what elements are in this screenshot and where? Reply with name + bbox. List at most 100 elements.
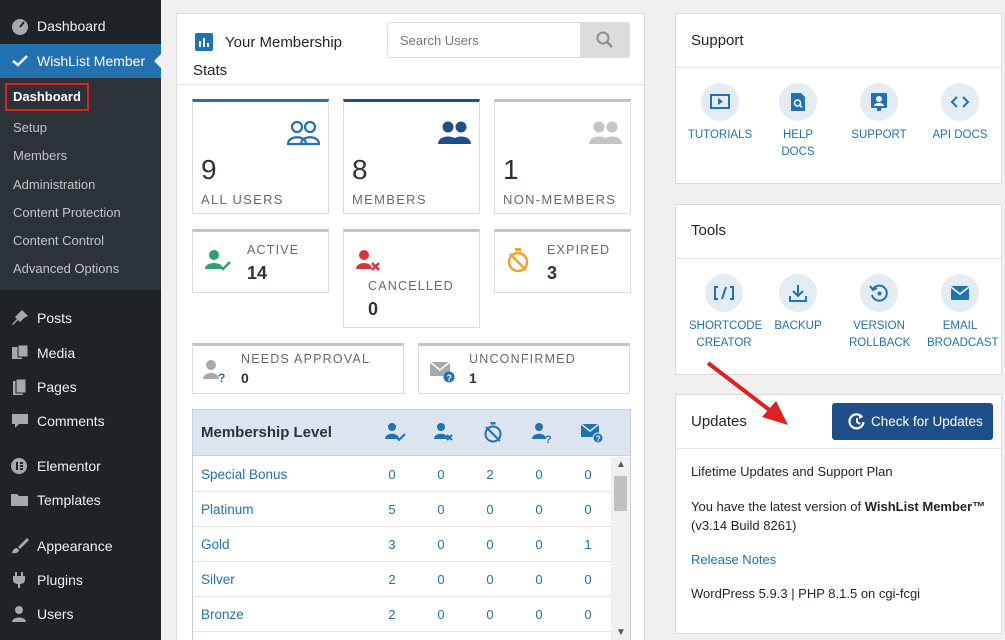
table-row[interactable]: Platinum 5 0 0 0 0 bbox=[193, 492, 611, 527]
submenu-content-protection[interactable]: Content Protection bbox=[13, 205, 121, 220]
cancelled-cell[interactable]: 0 bbox=[431, 537, 451, 552]
unconfirmed-cell[interactable]: 0 bbox=[578, 607, 598, 622]
menu-item-templates[interactable]: Templates bbox=[0, 483, 161, 517]
rollback-icon bbox=[869, 284, 888, 302]
shortcode-circle bbox=[705, 274, 743, 312]
approval-cell[interactable]: 0 bbox=[529, 502, 549, 517]
api-docs-link[interactable]: API DOCS bbox=[920, 83, 1000, 144]
active-cell[interactable]: 3 bbox=[382, 537, 402, 552]
cancelled-card[interactable]: CANCELLED 0 bbox=[343, 229, 480, 328]
approval-cell[interactable]: 0 bbox=[529, 537, 549, 552]
dashboard-icon bbox=[12, 19, 28, 35]
menu-item-comments[interactable]: Comments bbox=[0, 404, 161, 438]
brush-icon bbox=[12, 538, 29, 554]
tutorials-link[interactable]: TUTORIALS bbox=[680, 83, 760, 144]
search-users-input[interactable] bbox=[388, 23, 580, 57]
submenu-administration[interactable]: Administration bbox=[13, 177, 95, 192]
table-row[interactable]: Special Bonus 0 0 2 0 0 bbox=[193, 457, 611, 492]
unconfirmed-cell[interactable]: 0 bbox=[578, 502, 598, 517]
expired-cell[interactable]: 0 bbox=[480, 537, 500, 552]
cancelled-cell[interactable]: 0 bbox=[431, 502, 451, 517]
release-notes-link[interactable]: Release Notes bbox=[691, 552, 776, 567]
scroll-up-icon[interactable]: ▲ bbox=[616, 459, 626, 470]
search-icon bbox=[596, 31, 613, 48]
level-name[interactable]: Gold bbox=[201, 537, 230, 552]
non-members-label: NON-MEMBERS bbox=[503, 192, 617, 207]
check-for-updates-button[interactable]: Check for Updates bbox=[832, 403, 993, 440]
approval-cell[interactable]: 0 bbox=[529, 467, 549, 482]
non-members-card[interactable]: 1 NON-MEMBERS bbox=[494, 99, 631, 214]
svg-text:?: ? bbox=[218, 371, 225, 383]
expired-cell[interactable]: 0 bbox=[480, 572, 500, 587]
expired-card[interactable]: EXPIRED 3 bbox=[494, 229, 631, 293]
needs-approval-card[interactable]: ? NEEDS APPROVAL 0 bbox=[192, 343, 404, 394]
shortcode-creator-link[interactable]: SHORTCODE CREATOR bbox=[682, 274, 766, 352]
active-cell[interactable]: 5 bbox=[382, 502, 402, 517]
cancelled-cell[interactable]: 0 bbox=[431, 572, 451, 587]
code-icon bbox=[950, 96, 970, 108]
level-name[interactable]: Bronze bbox=[201, 607, 244, 622]
expired-cell[interactable]: 2 bbox=[480, 467, 500, 482]
user-check-icon bbox=[385, 423, 406, 442]
menu-item-wishlist-member[interactable]: WishList Member bbox=[0, 44, 161, 78]
menu-label: Templates bbox=[37, 492, 101, 508]
table-row[interactable]: Silver 2 0 0 0 0 bbox=[193, 562, 611, 597]
submenu-advanced-options[interactable]: Advanced Options bbox=[13, 261, 119, 276]
submenu-setup[interactable]: Setup bbox=[13, 120, 47, 135]
cancelled-count: 0 bbox=[368, 299, 379, 319]
unconfirmed-card[interactable]: ? UNCONFIRMED 1 bbox=[418, 343, 630, 394]
menu-item-plugins[interactable]: Plugins bbox=[0, 563, 161, 597]
menu-item-elementor[interactable]: Elementor bbox=[0, 449, 161, 483]
unconfirmed-label: UNCONFIRMED bbox=[469, 352, 576, 366]
menu-label: WishList Member bbox=[37, 53, 146, 69]
active-cell[interactable]: 0 bbox=[382, 467, 402, 482]
submenu-members[interactable]: Members bbox=[13, 148, 67, 163]
help-docs-label: HELP DOCS bbox=[781, 129, 815, 158]
all-users-card[interactable]: 9 ALL USERS bbox=[192, 99, 329, 214]
check-for-updates-label: Check for Updates bbox=[871, 414, 983, 429]
table-header: Membership Level ? ? bbox=[193, 410, 630, 456]
table-row[interactable]: Bronze 2 0 0 0 0 bbox=[193, 597, 611, 632]
non-members-count: 1 bbox=[503, 154, 519, 185]
menu-label: Elementor bbox=[37, 458, 101, 474]
support-link[interactable]: SUPPORT bbox=[839, 83, 919, 144]
media-icon bbox=[12, 344, 29, 359]
table-scrollbar[interactable]: ▲ ▼ bbox=[611, 457, 630, 640]
version-rollback-link[interactable]: VERSION ROLLBACK bbox=[839, 274, 919, 352]
unconfirmed-cell[interactable]: 0 bbox=[578, 572, 598, 587]
submenu-dashboard[interactable]: Dashboard bbox=[5, 83, 89, 111]
menu-item-media[interactable]: Media bbox=[0, 336, 161, 370]
level-name[interactable]: Platinum bbox=[201, 502, 254, 517]
approval-cell[interactable]: 0 bbox=[529, 607, 549, 622]
scroll-down-icon[interactable]: ▼ bbox=[616, 627, 626, 638]
table-row[interactable]: Gold 3 0 0 0 1 bbox=[193, 527, 611, 562]
backup-link[interactable]: BACKUP bbox=[758, 274, 838, 335]
active-cell[interactable]: 2 bbox=[382, 607, 402, 622]
menu-item-appearance[interactable]: Appearance bbox=[0, 529, 161, 563]
menu-item-posts[interactable]: Posts bbox=[0, 301, 161, 335]
menu-item-pages[interactable]: Pages bbox=[0, 370, 161, 404]
expired-cell[interactable]: 0 bbox=[480, 607, 500, 622]
cancelled-cell[interactable]: 0 bbox=[431, 607, 451, 622]
unconfirmed-cell[interactable]: 1 bbox=[578, 537, 598, 552]
menu-item-users[interactable]: Users bbox=[0, 597, 161, 631]
scrollbar-thumb[interactable] bbox=[614, 476, 627, 511]
help-docs-link[interactable]: HELP DOCS bbox=[758, 83, 838, 161]
unconfirmed-cell[interactable]: 0 bbox=[578, 467, 598, 482]
menu-item-dashboard[interactable]: Dashboard bbox=[0, 9, 161, 43]
approval-cell[interactable]: 0 bbox=[529, 572, 549, 587]
search-button[interactable] bbox=[580, 23, 629, 57]
support-label: SUPPORT bbox=[851, 129, 907, 141]
user-question-icon: ? bbox=[532, 423, 552, 444]
email-broadcast-link[interactable]: EMAIL BROADCAST bbox=[920, 274, 1000, 352]
menu-label: Appearance bbox=[37, 538, 113, 554]
active-card[interactable]: ACTIVE 14 bbox=[192, 229, 329, 293]
level-name[interactable]: Special Bonus bbox=[201, 467, 287, 482]
active-cell[interactable]: 2 bbox=[382, 572, 402, 587]
version-rollback-label: VERSION ROLLBACK bbox=[849, 320, 911, 349]
level-name[interactable]: Silver bbox=[201, 572, 235, 587]
expired-cell[interactable]: 0 bbox=[480, 502, 500, 517]
cancelled-cell[interactable]: 0 bbox=[431, 467, 451, 482]
members-card[interactable]: 8 MEMBERS bbox=[343, 99, 480, 214]
submenu-content-control[interactable]: Content Control bbox=[13, 233, 104, 248]
